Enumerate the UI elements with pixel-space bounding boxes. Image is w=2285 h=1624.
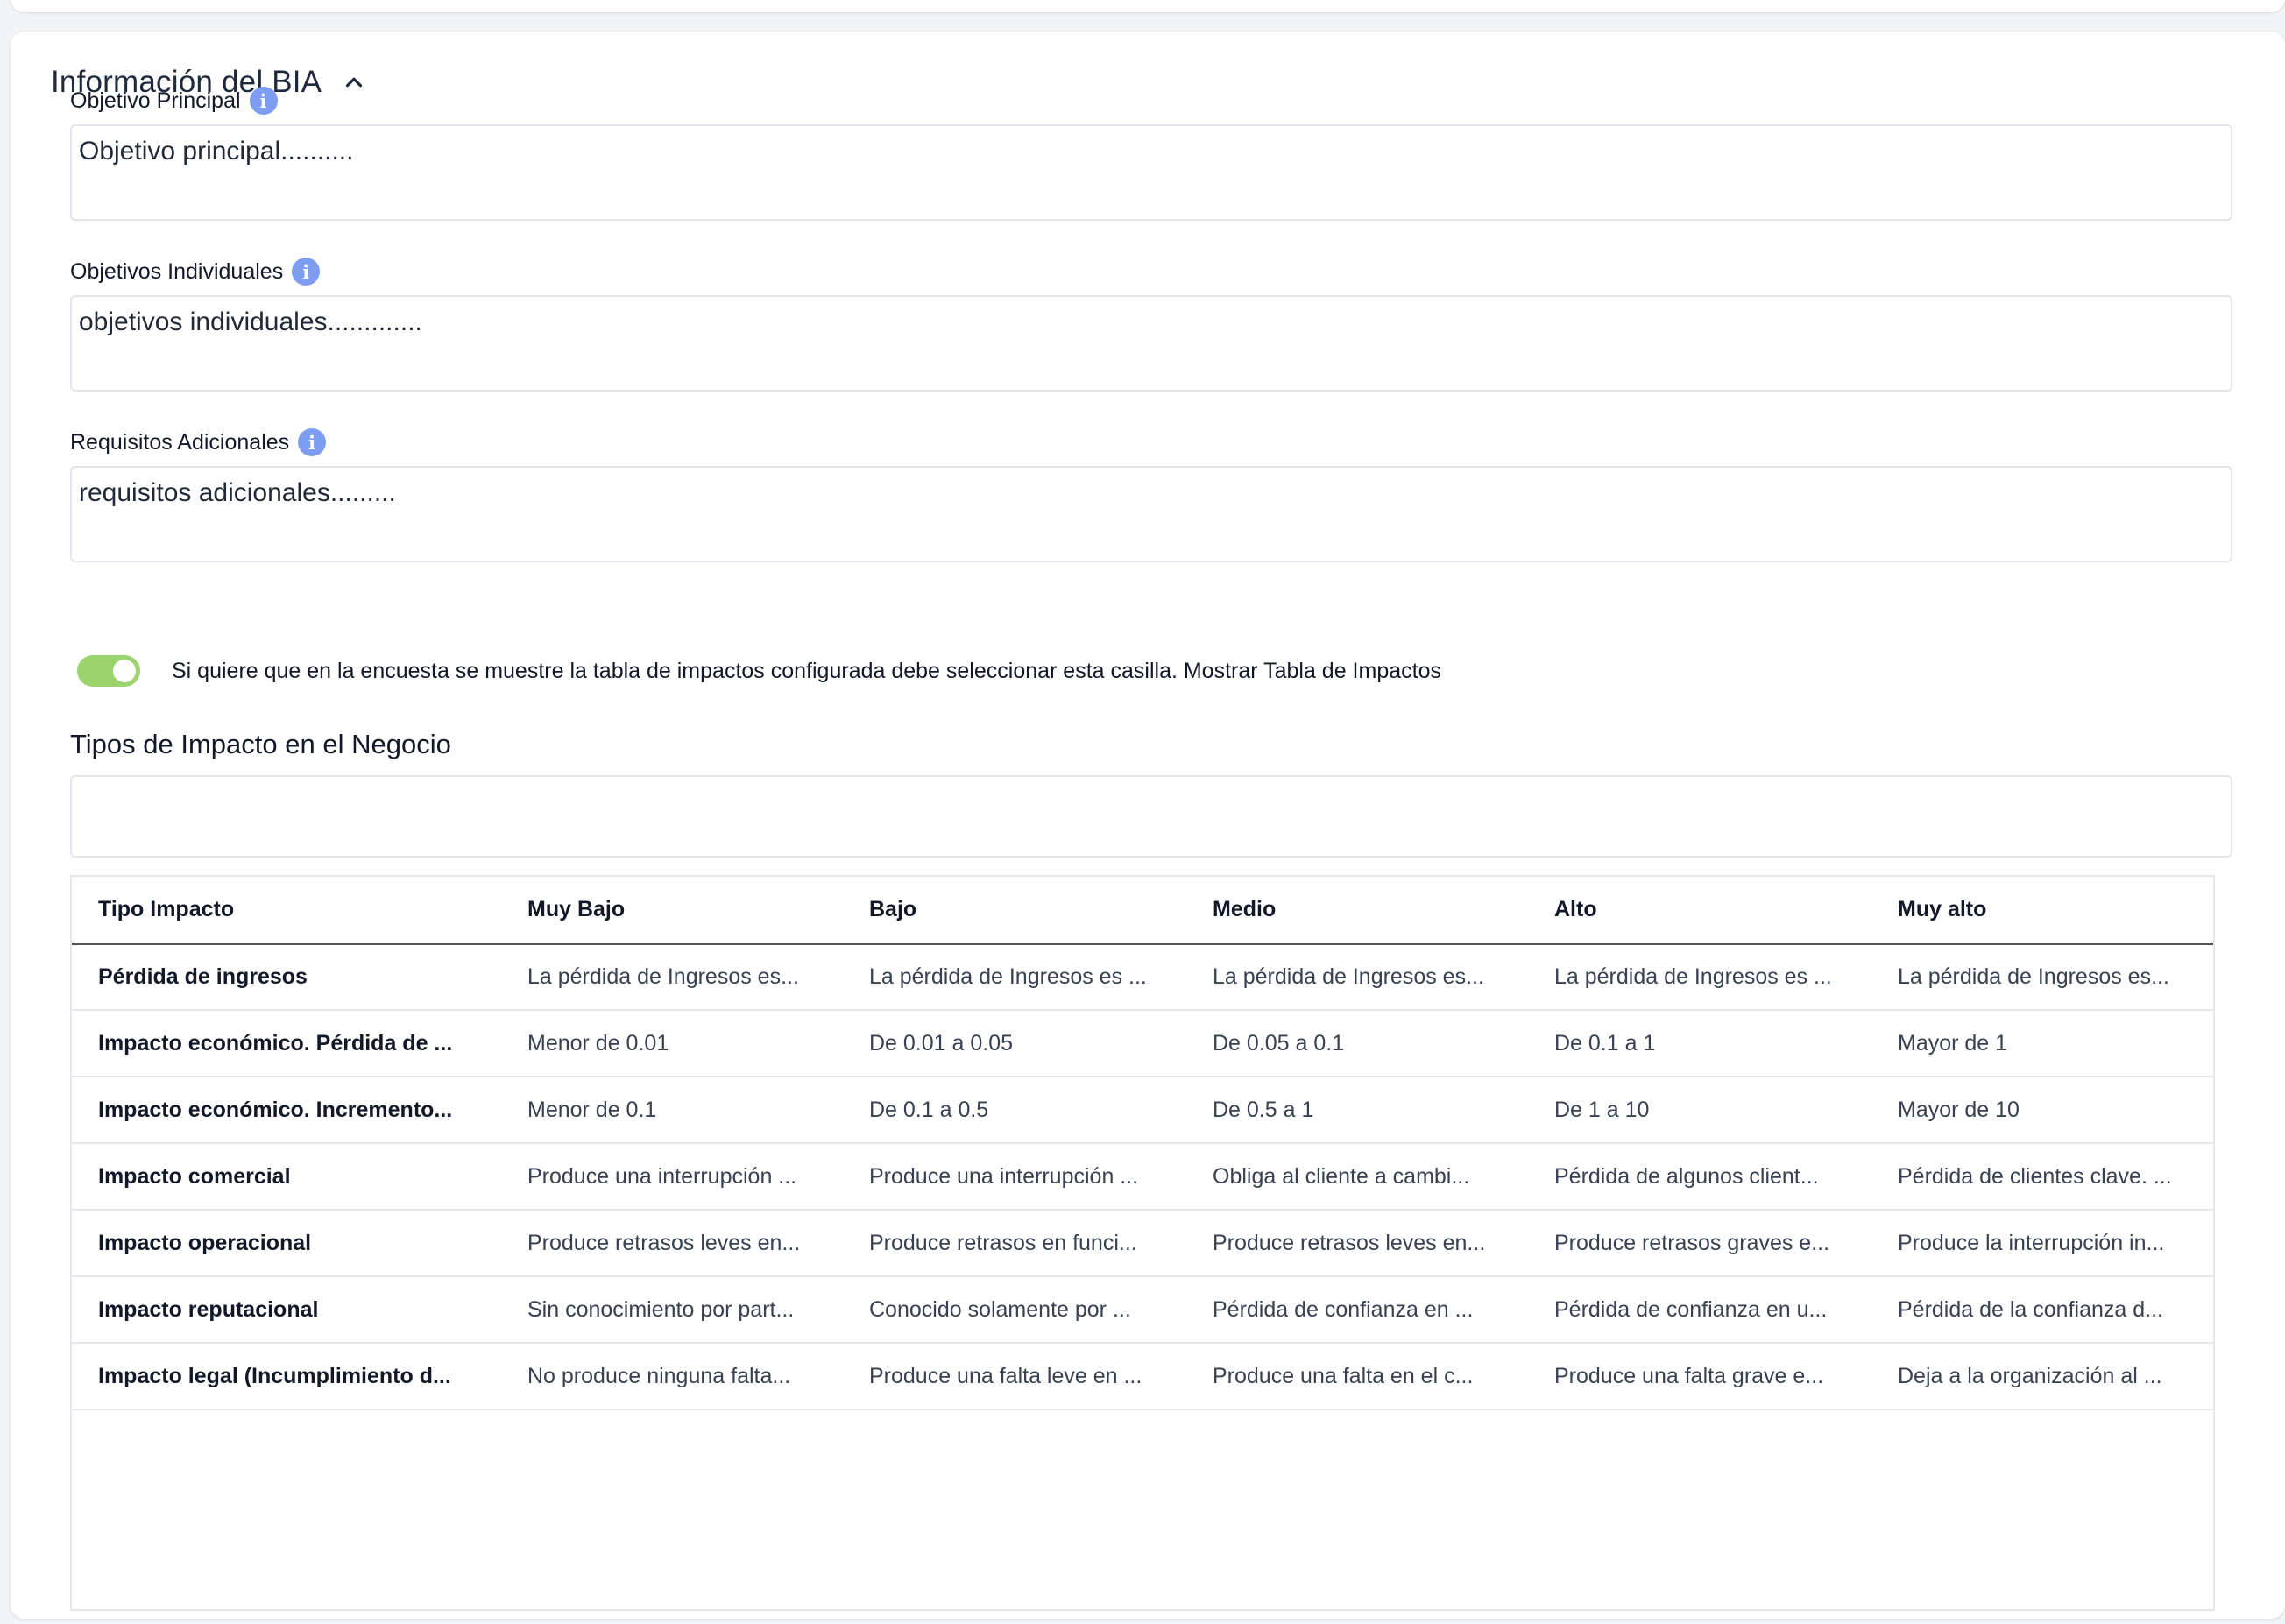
table-row[interactable]: Impacto económico. Pérdida de ... Menor …: [72, 1010, 2213, 1077]
bia-info-card: Información del BIA Objetivo Principal i…: [11, 32, 2285, 1619]
table-cell-type: Pérdida de ingresos: [72, 943, 501, 1011]
table-cell: La pérdida de Ingresos es...: [1871, 943, 2213, 1011]
table-cell: La pérdida de Ingresos es...: [501, 943, 843, 1011]
table-cell: Conocido solamente por ...: [843, 1276, 1186, 1344]
requisitos-adicionales-textarea[interactable]: requisitos adicionales.........: [70, 466, 2232, 562]
table-cell: Produce retrasos leves en...: [501, 1210, 843, 1277]
table-cell: Mayor de 1: [1871, 1010, 2213, 1077]
objetivo-principal-textarea[interactable]: Objetivo principal..........: [70, 124, 2232, 221]
table-cell: De 0.5 a 1: [1186, 1077, 1528, 1144]
table-cell: Pérdida de confianza en ...: [1186, 1276, 1528, 1344]
objetivos-individuales-label: Objetivos Individuales: [70, 258, 284, 284]
info-icon[interactable]: i: [298, 428, 327, 456]
table-cell: Menor de 0.1: [501, 1077, 843, 1144]
table-cell-type: Impacto reputacional: [72, 1276, 501, 1344]
impact-table: Tipo Impacto Muy Bajo Bajo Medio Alto Mu…: [70, 875, 2215, 1611]
table-row[interactable]: Impacto reputacional Sin conocimiento po…: [72, 1276, 2213, 1344]
impact-types-input[interactable]: [70, 775, 2232, 858]
table-row[interactable]: Impacto comercial Produce una interrupci…: [72, 1143, 2213, 1211]
header-alto[interactable]: Alto: [1528, 877, 1871, 945]
impact-types-title: Tipos de Impacto en el Negocio: [70, 729, 451, 759]
objetivos-individuales-field: Objetivos Individuales i objetivos indiv…: [70, 257, 2232, 392]
table-cell: Pérdida de algunos client...: [1528, 1143, 1871, 1211]
table-cell: Produce una falta grave e...: [1528, 1343, 1871, 1410]
table-cell: Produce retrasos leves en...: [1186, 1210, 1528, 1277]
table-cell: Menor de 0.01: [501, 1010, 843, 1077]
table-cell-type: Impacto legal (Incumplimiento d...: [72, 1343, 501, 1410]
header-muy-bajo[interactable]: Muy Bajo: [501, 877, 843, 945]
table-cell: Produce retrasos en funci...: [843, 1210, 1186, 1277]
table-header-row: Tipo Impacto Muy Bajo Bajo Medio Alto Mu…: [72, 877, 2213, 945]
header-bajo[interactable]: Bajo: [843, 877, 1186, 945]
table-cell-type: Impacto económico. Incremento...: [72, 1077, 501, 1144]
table-cell-type: Impacto operacional: [72, 1210, 501, 1277]
table-row[interactable]: Pérdida de ingresos La pérdida de Ingres…: [72, 943, 2213, 1011]
table-cell: Produce la interrupción in...: [1871, 1210, 2213, 1277]
requisitos-adicionales-label: Requisitos Adicionales: [70, 429, 290, 455]
objetivos-individuales-textarea[interactable]: objetivos individuales.............: [70, 295, 2232, 392]
objetivo-principal-label: Objetivo Principal: [70, 88, 241, 113]
info-icon[interactable]: i: [292, 258, 321, 286]
info-icon[interactable]: i: [249, 87, 278, 115]
header-medio[interactable]: Medio: [1186, 877, 1528, 945]
table-cell: Produce una falta en el c...: [1186, 1343, 1528, 1410]
table-cell: Produce una interrupción ...: [843, 1143, 1186, 1211]
table-cell: La pérdida de Ingresos es ...: [843, 943, 1186, 1011]
table-cell: La pérdida de Ingresos es ...: [1528, 943, 1871, 1011]
table-cell: De 1 a 10: [1528, 1077, 1871, 1144]
table-cell-type: Impacto económico. Pérdida de ...: [72, 1010, 501, 1077]
table-cell: De 0.05 a 0.1: [1186, 1010, 1528, 1077]
table-cell: No produce ninguna falta...: [501, 1343, 843, 1410]
table-cell: Pérdida de la confianza d...: [1871, 1276, 2213, 1344]
previous-card-edge: [11, 0, 2285, 12]
table-cell: Sin conocimiento por part...: [501, 1276, 843, 1344]
toggle-knob: [113, 660, 136, 682]
table-row[interactable]: Impacto legal (Incumplimiento d... No pr…: [72, 1343, 2213, 1410]
table-cell: De 0.01 a 0.05: [843, 1010, 1186, 1077]
table-cell: Pérdida de confianza en u...: [1528, 1276, 1871, 1344]
table-cell: Pérdida de clientes clave. ...: [1871, 1143, 2213, 1211]
show-impact-table-text: Si quiere que en la encuesta se muestre …: [172, 658, 1441, 683]
table-row[interactable]: Impacto operacional Produce retrasos lev…: [72, 1210, 2213, 1277]
table-cell: Obliga al cliente a cambi...: [1186, 1143, 1528, 1211]
objetivo-principal-field: Objetivo Principal i Objetivo principal.…: [70, 86, 2232, 221]
table-cell: Produce retrasos graves e...: [1528, 1210, 1871, 1277]
table-cell: Produce una interrupción ...: [501, 1143, 843, 1211]
table-cell: Produce una falta leve en ...: [843, 1343, 1186, 1410]
table-cell: Mayor de 10: [1871, 1077, 2213, 1144]
table-cell-type: Impacto comercial: [72, 1143, 501, 1211]
table-cell: De 0.1 a 0.5: [843, 1077, 1186, 1144]
table-row[interactable]: Impacto económico. Incremento... Menor d…: [72, 1077, 2213, 1144]
show-impact-table-row: Si quiere que en la encuesta se muestre …: [77, 655, 1441, 687]
header-tipo-impacto[interactable]: Tipo Impacto: [72, 877, 501, 945]
requisitos-adicionales-field: Requisitos Adicionales i requisitos adic…: [70, 427, 2232, 562]
header-muy-alto[interactable]: Muy alto: [1871, 877, 2213, 945]
table-cell: Deja a la organización al ...: [1871, 1343, 2213, 1410]
table-cell: La pérdida de Ingresos es...: [1186, 943, 1528, 1011]
table-cell: De 0.1 a 1: [1528, 1010, 1871, 1077]
show-impact-table-toggle[interactable]: [77, 655, 140, 687]
